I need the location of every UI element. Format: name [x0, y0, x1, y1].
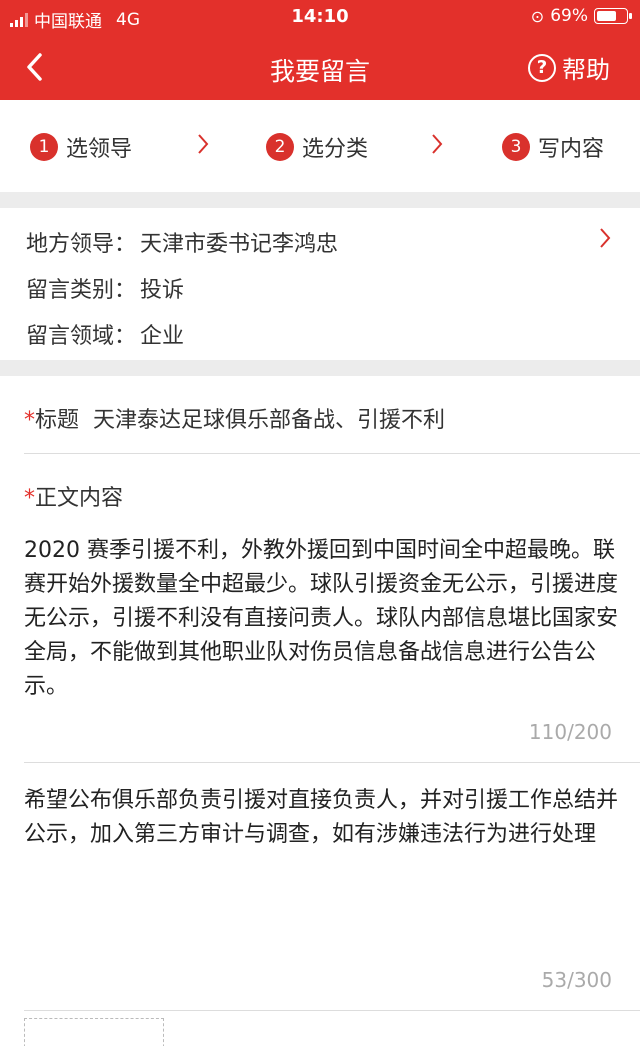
step-select-category[interactable]: 2 选分类 — [266, 131, 368, 163]
chevron-right-icon — [196, 132, 210, 162]
title-field[interactable]: *标题 天津泰达足球俱乐部备战、引援不利 — [24, 402, 445, 434]
divider — [24, 1010, 640, 1011]
title-input[interactable]: 天津泰达足球俱乐部备战、引援不利 — [93, 402, 445, 434]
leader-value: 天津市委书记李鸿忠 — [140, 232, 339, 257]
category-value: 投诉 — [140, 278, 185, 303]
body-label: 正文内容 — [35, 486, 124, 511]
suggestion-textarea[interactable]: 希望公布俱乐部负责引援对直接负责人，并对引援工作总结并公示，加入第三方审计与调查… — [24, 784, 618, 852]
divider — [24, 762, 640, 763]
step-indicator: 1 选领导 2 选分类 3 写内容 — [0, 100, 640, 192]
chevron-right-icon — [430, 132, 444, 162]
body-textarea[interactable]: 2020 赛季引援不利，外教外援回到中国时间全中超最晚。联赛开始外援数量全中超最… — [24, 534, 618, 704]
required-mark: * — [24, 486, 35, 511]
category-label: 留言类别： — [26, 278, 137, 303]
body-char-counter: 110/200 — [528, 720, 612, 744]
domain-value: 企业 — [140, 324, 185, 349]
step-number: 3 — [502, 133, 530, 161]
help-button[interactable]: ? 帮助 — [528, 50, 610, 85]
suggestion-char-counter: 53/300 — [541, 968, 612, 992]
battery-percent: 69% — [550, 6, 588, 26]
nav-bar: 我要留言 ? 帮助 — [0, 34, 640, 100]
rotation-lock-icon: ⊙ — [530, 6, 545, 26]
leader-row[interactable]: 地方领导： 天津市委书记李鸿忠 — [26, 226, 338, 258]
step-number: 1 — [30, 133, 58, 161]
step-number: 2 — [266, 133, 294, 161]
divider — [24, 453, 640, 454]
status-bar: 中国联通 4G 14:10 ⊙ 69% — [0, 0, 640, 34]
upload-image-button[interactable] — [24, 1018, 164, 1046]
step-select-leader[interactable]: 1 选领导 — [30, 131, 132, 163]
battery-icon — [594, 8, 632, 24]
question-icon: ? — [528, 53, 556, 82]
step-label: 选分类 — [302, 137, 369, 162]
step-label: 写内容 — [538, 137, 605, 162]
title-label: 标题 — [35, 408, 80, 433]
domain-row: 留言领域： 企业 — [26, 318, 184, 350]
leader-label: 地方领导： — [26, 232, 137, 257]
domain-label: 留言领域： — [26, 324, 137, 349]
message-form: *标题 天津泰达足球俱乐部备战、引援不利 *正文内容 2020 赛季引援不利，外… — [0, 376, 640, 1046]
required-mark: * — [24, 408, 35, 433]
step-write-content[interactable]: 3 写内容 — [502, 131, 604, 163]
message-info-section: 地方领导： 天津市委书记李鸿忠 留言类别： 投诉 留言领域： 企业 — [0, 208, 640, 360]
category-row: 留言类别： 投诉 — [26, 272, 184, 304]
chevron-right-icon[interactable] — [598, 226, 612, 257]
step-label: 选领导 — [66, 137, 133, 162]
help-label: 帮助 — [562, 56, 610, 84]
